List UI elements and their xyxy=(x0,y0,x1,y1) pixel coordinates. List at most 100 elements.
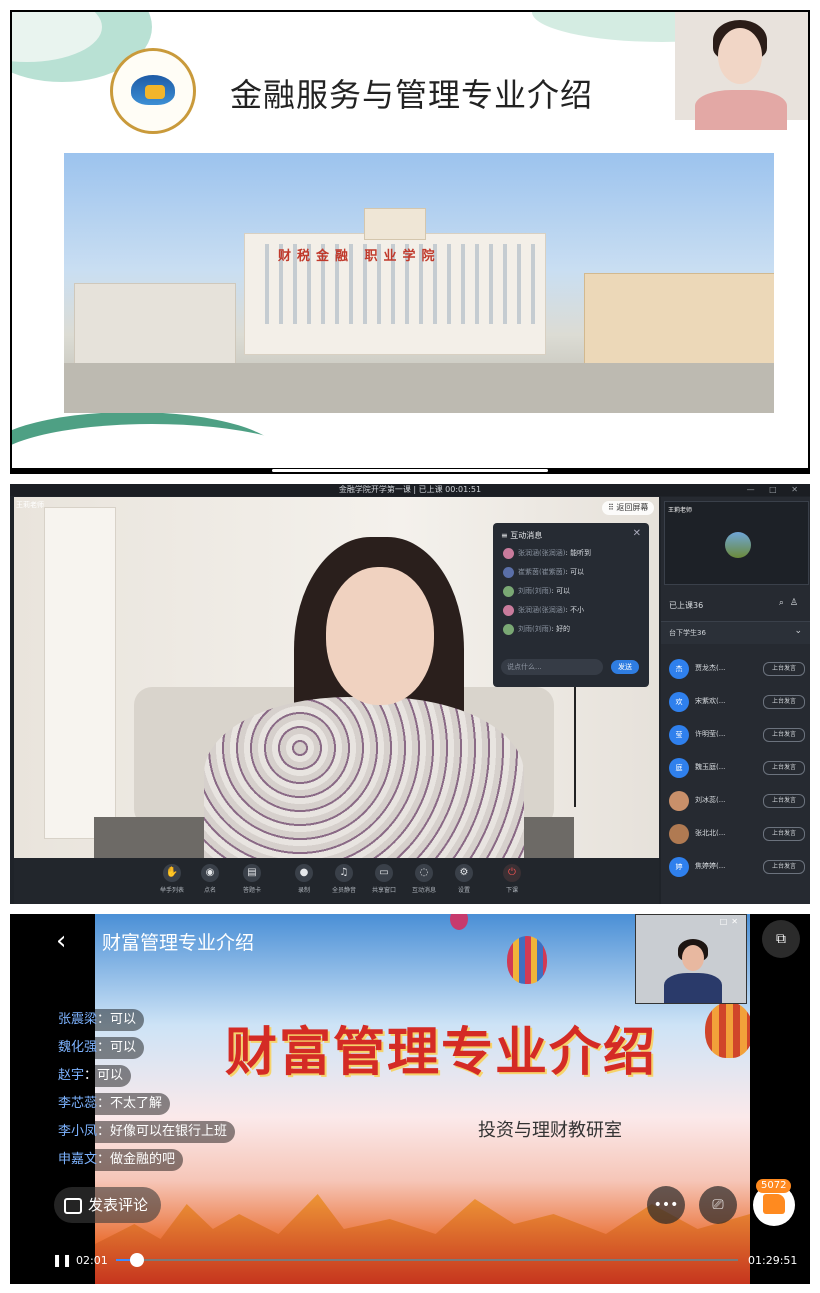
danmaku-comment: 李小凤：好像可以在银行上班 xyxy=(54,1121,236,1143)
avatar xyxy=(669,791,689,811)
balloon-decor xyxy=(507,936,547,984)
avatar xyxy=(503,604,514,616)
record-icon: ● xyxy=(295,864,313,882)
school-logo xyxy=(110,48,196,134)
hand-icon: ✋ xyxy=(163,864,181,882)
avatar xyxy=(503,566,514,578)
progress-track[interactable] xyxy=(116,1259,738,1261)
comment-icon xyxy=(64,1197,82,1214)
danmaku-comment: 赵宇：可以 xyxy=(54,1065,132,1087)
record-button[interactable]: ● 录制 xyxy=(286,864,322,894)
stage-speak-button[interactable]: 上台发言 xyxy=(763,728,805,742)
avatar xyxy=(669,824,689,844)
classroom-app-panel: 金融学院开学第一课 | 已上课 00:01:51 — □ ✕ 王莉老师 ⠿ 返回… xyxy=(10,484,810,904)
like-count: 5072 xyxy=(756,1179,792,1193)
participant-sidebar: 王莉老师 已上课36 ⌕♙ 台下学生36 ⌄ 杰贾龙杰(... 上台发言 欢宋紫欢… xyxy=(661,497,810,904)
window-titlebar: 金融学院开学第一课 | 已上课 00:01:51 — □ ✕ xyxy=(10,484,810,496)
total-time: 01:29:51 xyxy=(748,1254,798,1267)
pip-toggle-icon[interactable]: ⧉ xyxy=(762,920,800,958)
stage-speak-button[interactable]: 上台发言 xyxy=(763,695,805,709)
student-row: 莹许明莹(... 上台发言 xyxy=(669,723,805,747)
danmaku-comment: 张震梁：可以 xyxy=(54,1009,145,1031)
stage-speak-button[interactable]: 上台发言 xyxy=(763,827,805,841)
slide-subtitle: 投资与理财教研室 xyxy=(478,1120,622,1141)
share-window-button[interactable]: ▭ 共享窗口 xyxy=(366,864,402,894)
offstage-students-header[interactable]: 台下学生36 ⌄ xyxy=(661,621,810,644)
power-icon: ⏻ xyxy=(503,864,521,882)
danmaku-comment: 申嘉文：做金融的吧 xyxy=(54,1149,184,1171)
danmaku-comment: 魏化强：可以 xyxy=(54,1037,145,1059)
send-button[interactable]: 发送 xyxy=(611,660,639,674)
interaction-messages-button[interactable]: ◌ 互动消息 xyxy=(406,864,442,894)
interaction-chat-panel: ≡ 互动消息 ✕ 张润涵(张润涵): 能听到 崔紫茵(崔紫茵): 可以 刘雨(刘… xyxy=(493,523,649,687)
balloon-decor xyxy=(705,1002,750,1058)
cast-icon[interactable]: ⎚ xyxy=(699,1186,737,1224)
chat-bubble-icon: ◌ xyxy=(415,864,433,882)
avatar: 杰 xyxy=(669,659,689,679)
stage-speak-button[interactable]: 上台发言 xyxy=(763,794,805,808)
avatar xyxy=(503,623,514,635)
chat-message: 张润涵(张润涵): 能听到 xyxy=(503,547,591,559)
gear-icon: ⚙ xyxy=(455,864,473,882)
stage-speak-button[interactable]: 上台发言 xyxy=(763,662,805,676)
chat-message: 刘雨(刘雨): 可以 xyxy=(503,585,570,597)
home-indicator xyxy=(272,469,548,472)
student-row: 婷焦婷婷(... 上台发言 xyxy=(669,855,805,879)
mute-all-button[interactable]: ♫ 全员静音 xyxy=(326,864,362,894)
thumbnail-label: 王莉老师 xyxy=(668,507,693,514)
chevron-down-icon: ⌄ xyxy=(794,626,802,636)
stage-speak-button[interactable]: 上台发言 xyxy=(763,860,805,874)
video-name-label: 王莉老师 xyxy=(16,501,44,509)
avatar: 欢 xyxy=(669,692,689,712)
teacher-thumbnail[interactable]: 王莉老师 xyxy=(664,501,809,585)
more-icon[interactable]: ••• xyxy=(647,1186,685,1224)
video-player-panel: 财富管理专业介绍 投资与理财教研室 ‹ 财富管理专业介绍 □✕ ⧉ 张震梁：可以… xyxy=(10,914,810,1284)
screen-icon: ▭ xyxy=(375,864,393,882)
attended-count: 已上课36 xyxy=(669,601,704,610)
campus-photo: 财税金融 职业学院 xyxy=(64,153,774,413)
avatar xyxy=(503,547,514,559)
user-icon[interactable]: ♙ xyxy=(790,598,804,608)
student-row: 张北北(... 上台发言 xyxy=(669,822,805,846)
mute-icon: ♫ xyxy=(335,864,353,882)
pause-icon[interactable]: ❚❚ xyxy=(52,1253,72,1267)
danmaku-comment: 李芯蕊：不太了解 xyxy=(54,1093,171,1115)
answer-card-button[interactable]: ▤ 答题卡 xyxy=(234,864,270,894)
avatar: 庭 xyxy=(669,758,689,778)
teacher-pip-video[interactable]: □✕ xyxy=(635,914,747,1004)
menu-icon: ≡ xyxy=(501,531,511,540)
thumbs-up-icon xyxy=(763,1194,785,1214)
slide-panel-finance: 金融服务与管理专业介绍 财税金融 职业学院 xyxy=(10,10,810,474)
student-row: 刘冰蕊(... 上台发言 xyxy=(669,789,805,813)
avatar: 莹 xyxy=(669,725,689,745)
avatar: 婷 xyxy=(669,857,689,877)
end-class-button[interactable]: ⏻ 下课 xyxy=(494,864,530,894)
roll-call-button[interactable]: ◉ 点名 xyxy=(192,864,228,894)
avatar xyxy=(725,532,751,558)
presentation-slide: 金融服务与管理专业介绍 财税金融 职业学院 xyxy=(12,12,808,468)
avatar xyxy=(503,585,514,597)
raise-hand-list-button[interactable]: ✋ 举手列表 xyxy=(154,864,190,894)
window-controls[interactable]: — □ ✕ xyxy=(747,484,804,496)
settings-button[interactable]: ⚙ 设置 xyxy=(446,864,482,894)
location-pin-icon: ◉ xyxy=(201,864,219,882)
chat-input[interactable]: 说点什么... xyxy=(501,659,603,675)
search-icon[interactable]: ⌕ xyxy=(779,598,790,608)
student-row: 欢宋紫欢(... 上台发言 xyxy=(669,690,805,714)
slide-title: 金融服务与管理专业介绍 xyxy=(230,76,594,114)
return-screen-button[interactable]: ⠿ 返回屏幕 xyxy=(602,501,655,515)
back-icon[interactable]: ‹ xyxy=(56,926,66,956)
chat-message: 刘雨(刘雨): 好的 xyxy=(503,623,570,635)
card-icon: ▤ xyxy=(243,864,261,882)
chat-message: 张润涵(张润涵): 不小 xyxy=(503,604,584,616)
current-time: 02:01 xyxy=(76,1254,108,1267)
video-title: 财富管理专业介绍 xyxy=(102,932,255,954)
class-toolbar: ✋ 举手列表 ◉ 点名 ▤ 答题卡 ● 录制 ♫ 全员静音 ▭ 共享窗口 ◌ 互动消息 ⚙ 设置… xyxy=(14,858,659,904)
teacher-camera[interactable] xyxy=(675,12,808,130)
progress-handle[interactable] xyxy=(130,1253,144,1267)
stage-speak-button[interactable]: 上台发言 xyxy=(763,761,805,775)
post-comment-button[interactable]: 发表评论 xyxy=(54,1187,161,1223)
close-icon[interactable]: ✕ xyxy=(633,528,641,539)
balloon-decor xyxy=(450,914,468,930)
pip-controls[interactable]: □✕ xyxy=(720,917,742,926)
